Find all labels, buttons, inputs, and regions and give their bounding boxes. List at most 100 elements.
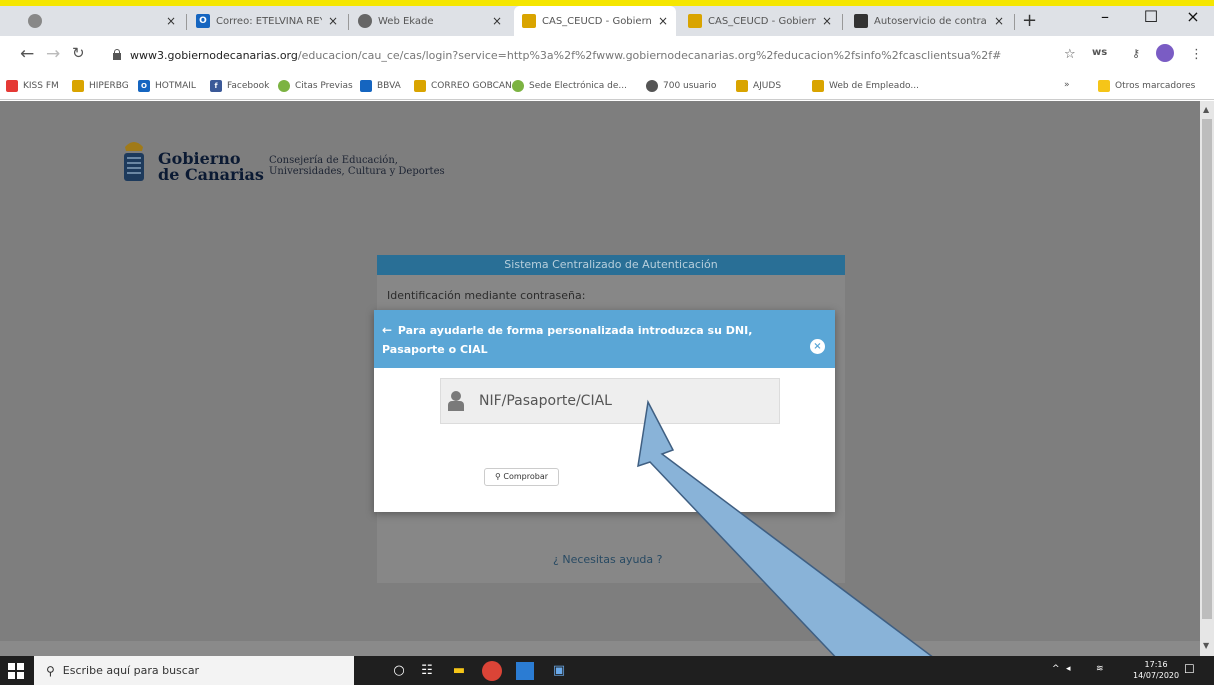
tab-autoservicio[interactable]: Autoservicio de contra × [846, 6, 1012, 36]
bookmark-700-usuario[interactable]: 700 usuario [646, 80, 716, 92]
modal-title-line-1: Para ayudarle de forma personalizada int… [397, 324, 753, 337]
department-line-1: Consejería de Educación, [269, 155, 398, 166]
task-view-icon[interactable]: ☷ [418, 662, 436, 680]
bookmark-hiperbg[interactable]: HIPERBG [72, 80, 129, 92]
globe-icon [358, 14, 372, 28]
kiss-icon [6, 80, 18, 92]
bookmark-ajuds[interactable]: AJUDS [736, 80, 781, 92]
tab-cas-active[interactable]: CAS_CEUCD - Gobierno × [514, 6, 676, 36]
bookmark-bbva[interactable]: BBVA [360, 80, 401, 92]
logo-title: Gobierno de Canarias [158, 151, 264, 183]
browser-toolbar: ← → ↻ www3.gobiernodecanarias.org/educac… [0, 36, 1214, 74]
tab-blank[interactable]: × [20, 6, 184, 36]
tab-label: Autoservicio de contra [874, 15, 987, 27]
page-scrollbar[interactable]: ▲ ▼ [1200, 101, 1214, 656]
bookmark-label: Web de Empleado... [829, 81, 919, 91]
url-host: www3.gobiernodecanarias.org [130, 48, 298, 62]
globe-icon [512, 80, 524, 92]
tab-web-ekade[interactable]: Web Ekade × [350, 6, 510, 36]
notifications-icon[interactable]: ☐ [1184, 662, 1195, 676]
tab-correo[interactable]: O Correo: ETELVINA REYE × [188, 6, 346, 36]
window-close-icon[interactable]: × [1170, 4, 1214, 30]
help-link[interactable]: ¿ Necesitas ayuda ? [553, 553, 663, 566]
canarias-crest-icon [414, 80, 426, 92]
forward-arrow-icon[interactable]: → [46, 44, 60, 64]
close-icon[interactable]: × [822, 14, 832, 28]
login-subtitle: Identificación mediante contraseña: [387, 289, 586, 302]
extension-icon[interactable]: ws [1092, 47, 1107, 58]
canarias-crest-icon [72, 80, 84, 92]
taskbar-search[interactable]: ⚲ Escribe aquí para buscar [34, 656, 354, 685]
tab-cas[interactable]: CAS_CEUCD - Gobierno × [680, 6, 840, 36]
tray-chevron-icon[interactable]: ^ [1052, 664, 1060, 674]
scroll-thumb[interactable] [1202, 119, 1212, 619]
close-icon[interactable]: × [994, 14, 1004, 28]
modal-header: ← Para ayudarle de forma personalizada i… [374, 310, 835, 368]
new-tab-icon[interactable]: + [1022, 10, 1037, 31]
key-icon[interactable]: ⚷ [1132, 47, 1140, 60]
bookmark-web-empleado[interactable]: Web de Empleado... [812, 80, 919, 92]
globe-icon [646, 80, 658, 92]
canarias-crest-icon [688, 14, 702, 28]
page-footer-strip [0, 641, 1200, 656]
minimize-icon[interactable]: – [1082, 4, 1128, 30]
scroll-down-icon[interactable]: ▼ [1203, 641, 1209, 650]
screen: × O Correo: ETELVINA REYE × Web Ekade × … [0, 0, 1214, 685]
bookmark-label: HOTMAIL [155, 81, 196, 91]
nif-input[interactable] [479, 393, 759, 409]
tab-label: Web Ekade [378, 15, 434, 27]
speaker-icon[interactable]: ◂ [1066, 664, 1071, 674]
bookmark-sede[interactable]: Sede Electrónica de... [512, 80, 627, 92]
maximize-icon[interactable]: ☐ [1128, 4, 1174, 30]
bookmark-label: 700 usuario [663, 81, 717, 91]
reload-icon[interactable]: ↻ [72, 44, 85, 62]
clock[interactable]: 17:16 14/07/2020 [1133, 659, 1179, 681]
bookmark-hotmail[interactable]: O HOTMAIL [138, 80, 196, 92]
chrome-icon[interactable] [482, 661, 502, 681]
star-icon[interactable]: ☆ [1064, 47, 1076, 62]
profile-avatar[interactable] [1156, 44, 1174, 62]
network-app-icon[interactable]: ▣ [550, 662, 568, 680]
kebab-menu-icon[interactable]: ⋮ [1190, 47, 1203, 62]
app-icon[interactable] [516, 662, 534, 680]
department-line-2: Universidades, Cultura y Deportes [269, 166, 445, 177]
close-icon[interactable]: × [810, 339, 825, 354]
bookmark-label: AJUDS [753, 81, 782, 91]
tab-divider [348, 14, 349, 30]
back-arrow-icon[interactable]: ← [20, 44, 34, 64]
network-icon[interactable]: ≋ [1096, 664, 1104, 674]
windows-start-icon[interactable] [8, 663, 24, 679]
close-icon[interactable]: × [328, 14, 338, 28]
canarias-crest-icon [736, 80, 748, 92]
cortana-icon[interactable]: ○ [390, 662, 408, 680]
bookmark-kiss-fm[interactable]: KISS FM [6, 80, 59, 92]
bookmark-correo-gobcan[interactable]: CORREO GOBCAN [414, 80, 512, 92]
bookmark-label: Otros marcadores [1115, 81, 1196, 91]
scroll-up-icon[interactable]: ▲ [1203, 105, 1209, 114]
file-explorer-icon[interactable]: ▬ [450, 662, 468, 680]
bookmark-label: BBVA [377, 81, 401, 91]
bookmark-label: HIPERBG [89, 81, 129, 91]
tab-label: Correo: ETELVINA REYE [216, 15, 322, 27]
outlook-icon: O [138, 80, 150, 92]
bookmark-facebook[interactable]: f Facebook [210, 80, 269, 92]
folder-icon [1098, 80, 1110, 92]
address-bar[interactable]: www3.gobiernodecanarias.org/educacion/ca… [112, 41, 1060, 69]
close-icon[interactable]: × [658, 14, 668, 28]
check-button[interactable]: ⚲ Comprobar [484, 468, 559, 486]
facebook-icon: f [210, 80, 222, 92]
bookmark-otros[interactable]: Otros marcadores [1098, 80, 1195, 92]
logo-line-2: de Canarias [158, 165, 264, 184]
lock-icon [112, 49, 122, 61]
login-panel-title: Sistema Centralizado de Autenticación [377, 255, 845, 275]
close-icon[interactable]: × [166, 14, 176, 28]
back-arrow-icon[interactable]: ← [382, 321, 394, 340]
check-button-label: Comprobar [503, 472, 549, 481]
more-bookmarks-icon[interactable]: » [1064, 80, 1070, 90]
canarias-crest-icon [812, 80, 824, 92]
close-icon[interactable]: × [492, 14, 502, 28]
nif-field[interactable] [440, 378, 780, 424]
canarias-crest-icon [522, 14, 536, 28]
bookmark-citas[interactable]: Citas Previas [278, 80, 353, 92]
tab-divider [842, 14, 843, 30]
